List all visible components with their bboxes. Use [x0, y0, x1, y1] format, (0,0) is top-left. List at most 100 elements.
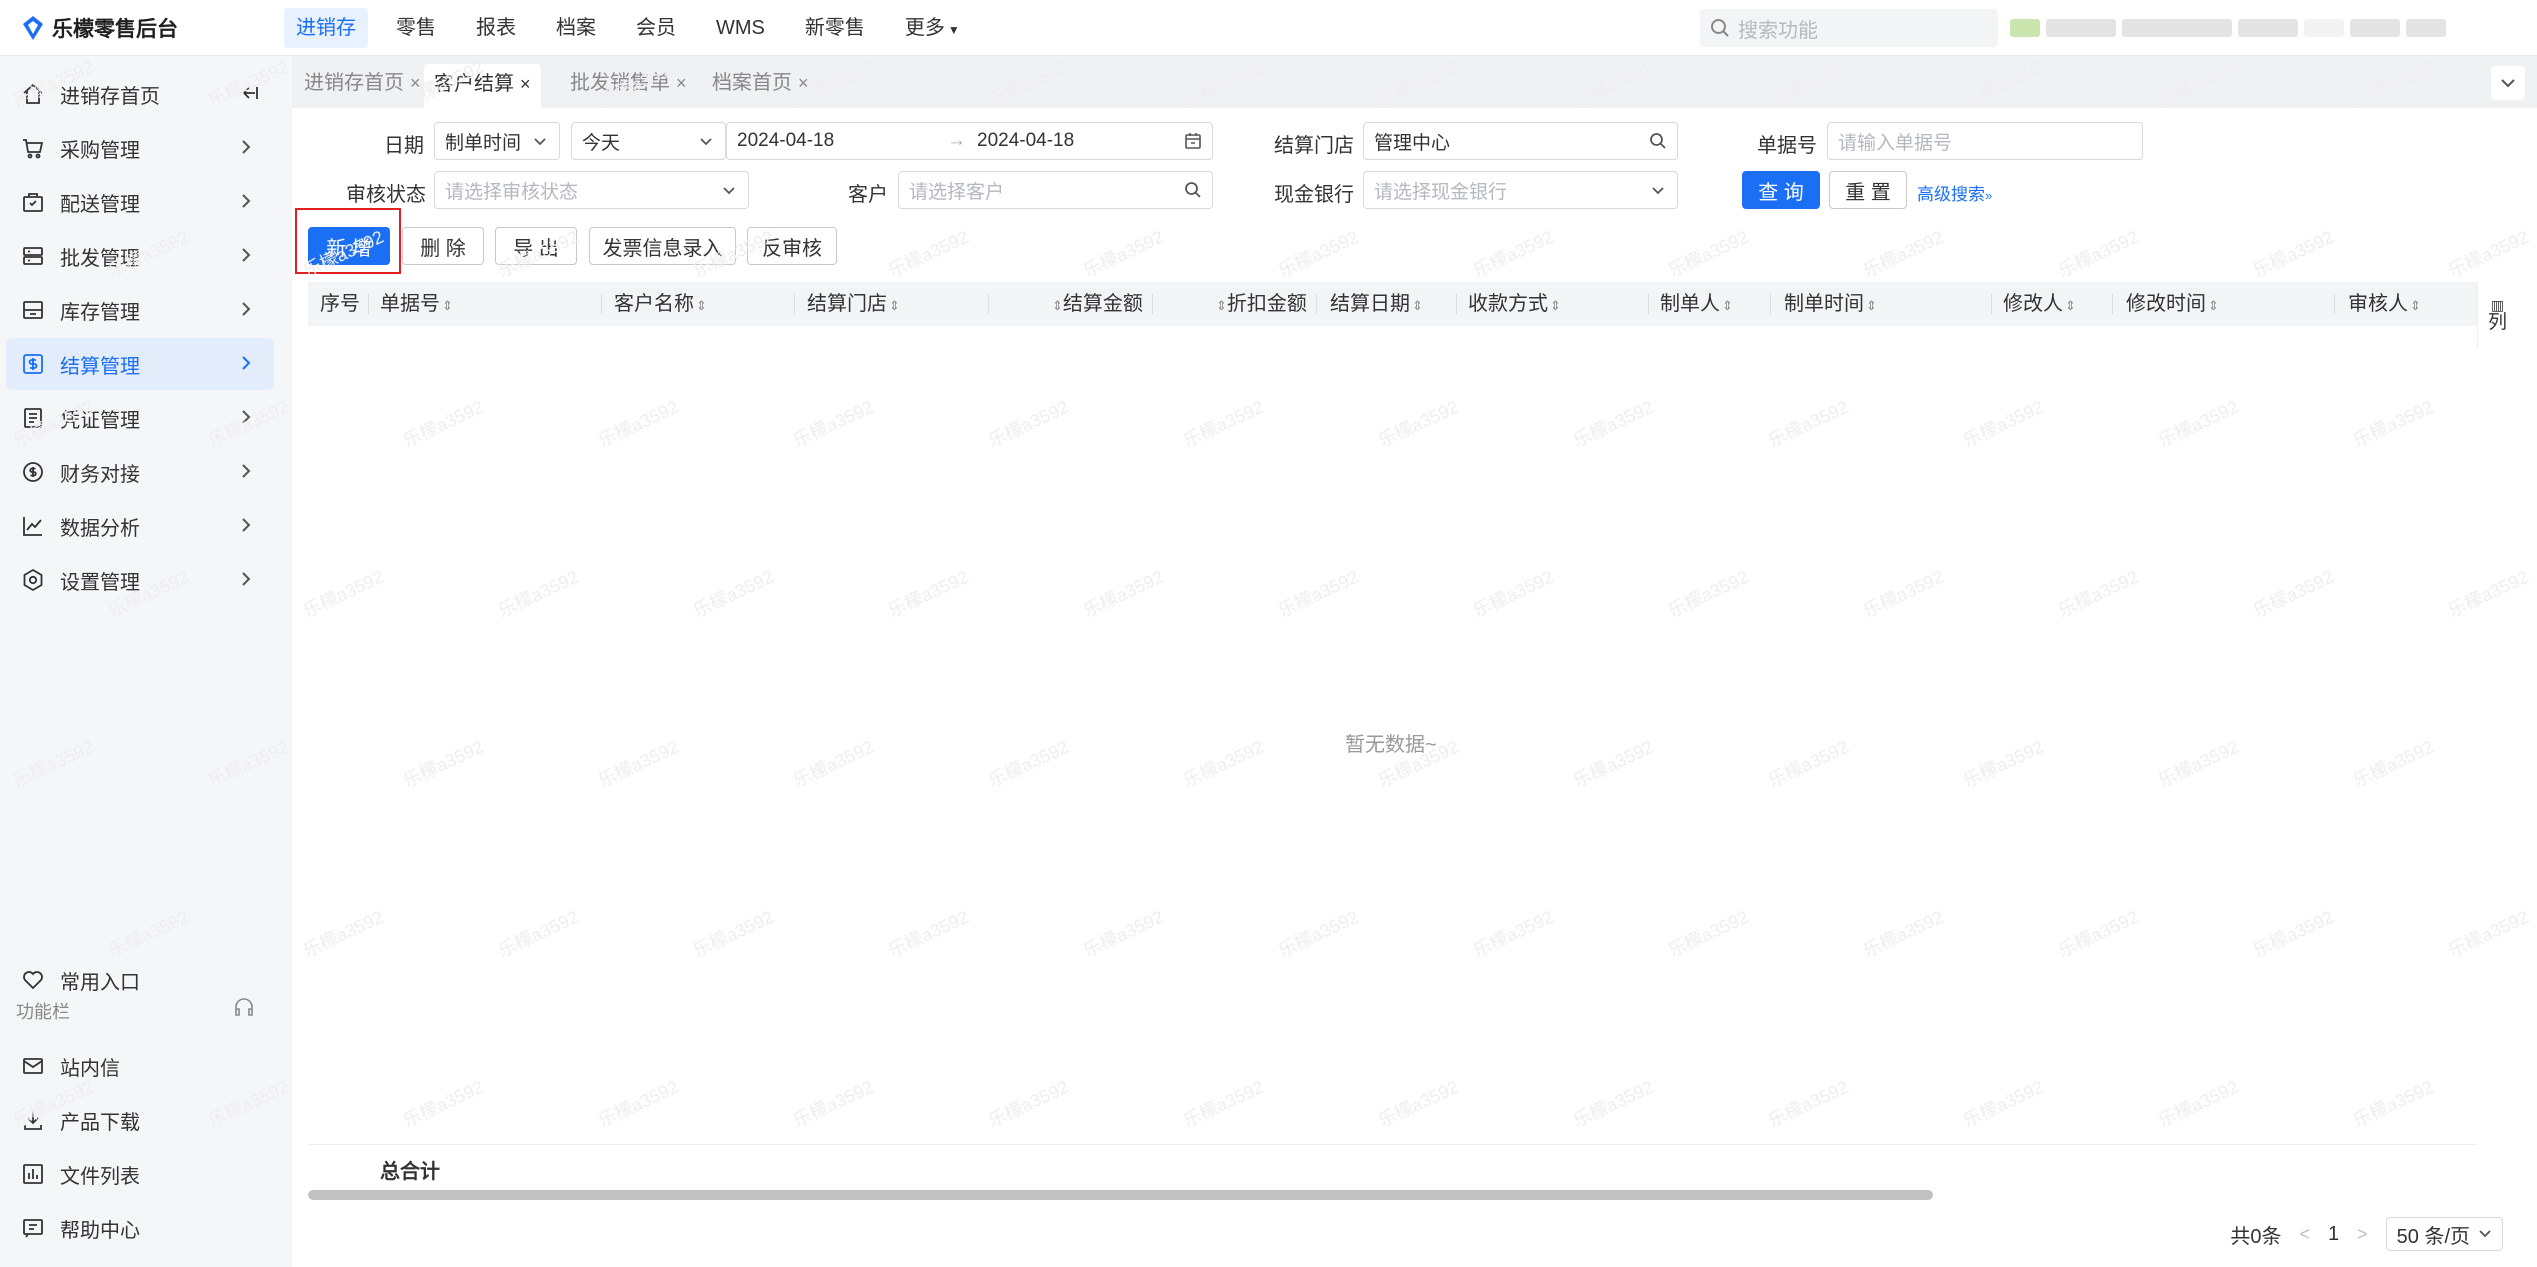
nav-members[interactable]: 会员 [624, 8, 688, 48]
sort-icon[interactable]: ⇕ [1722, 298, 1733, 313]
reset-button[interactable]: 重 置 [1829, 171, 1907, 209]
col-auditor[interactable]: 审核人 ⇕ [2348, 282, 2421, 326]
delete-button[interactable]: 删 除 [402, 227, 484, 265]
store-input[interactable]: 管理中心 [1363, 122, 1678, 160]
sidebar: 进销存首页 采购管理 配送管理 批发管理 库存管理 结算管理 凭证管理 财务对接 [0, 56, 292, 1267]
sort-icon[interactable]: ⇕ [2208, 298, 2219, 313]
sort-icon[interactable]: ⇕ [889, 298, 900, 313]
query-button[interactable]: 查 询 [1742, 171, 1820, 209]
tab-archive-home[interactable]: 档案首页 × [702, 66, 819, 100]
sidebar-item-home[interactable]: 进销存首页 [6, 68, 274, 120]
sidebar-item-label: 配送管理 [60, 193, 140, 216]
audit-status-select[interactable]: 请选择审核状态 [434, 171, 749, 209]
prev-page-icon[interactable]: < [2299, 1224, 2310, 1245]
sidebar-item-voucher[interactable]: 凭证管理 [6, 392, 274, 444]
col-create-time[interactable]: 制单时间 ⇕ [1784, 282, 1877, 326]
col-settle-store[interactable]: 结算门店 ⇕ [807, 282, 900, 326]
tab-wholesale-sales[interactable]: 批发销售单 × [560, 66, 697, 100]
invoice-entry-button[interactable]: 发票信息录入 [589, 227, 736, 265]
date-range-select[interactable]: 今天 [571, 122, 726, 160]
col-doc-no[interactable]: 单据号 ⇕ [380, 282, 453, 326]
sidebar-item-settings[interactable]: 设置管理 [6, 554, 274, 606]
nav-retail[interactable]: 零售 [384, 8, 448, 48]
search-icon[interactable] [1184, 181, 1202, 199]
watermark-text: 乐檬a3592 [885, 226, 972, 282]
sidebar-item-messages[interactable]: 站内信 [6, 1040, 274, 1092]
col-settle-date[interactable]: 结算日期 ⇕ [1330, 282, 1423, 326]
nav-reports[interactable]: 报表 [464, 8, 528, 48]
tab-customer-settlement[interactable]: 客户结算 × [424, 64, 541, 108]
unaudit-button[interactable]: 反审核 [747, 227, 837, 265]
export-button[interactable]: 导 出 [495, 227, 577, 265]
col-settle-amount[interactable]: ⇕结算金额 [1050, 282, 1143, 326]
sort-icon[interactable]: ⇕ [1052, 298, 1063, 313]
nav-wms[interactable]: WMS [704, 8, 777, 48]
sidebar-item-finance[interactable]: 财务对接 [6, 446, 274, 498]
close-icon[interactable]: × [798, 73, 809, 93]
sort-icon[interactable]: ⇕ [1412, 298, 1423, 313]
nav-jinxiaocun[interactable]: 进销存 [284, 8, 368, 48]
sort-icon[interactable]: ⇕ [2410, 298, 2421, 313]
col-modifier[interactable]: 修改人 ⇕ [2003, 282, 2076, 326]
tabs-dropdown-button[interactable] [2491, 66, 2525, 100]
chevron-right-icon [242, 464, 251, 478]
date-end[interactable]: 2024-04-18 [977, 130, 1074, 152]
advanced-search-link[interactable]: 高级搜索» [1917, 180, 1992, 205]
date-label: 日期 [384, 135, 424, 157]
nav-new-retail[interactable]: 新零售 [793, 8, 877, 48]
search-input[interactable]: 搜索功能 [1700, 9, 1998, 47]
col-label: 序号 [320, 293, 360, 315]
next-page-icon[interactable]: > [2357, 1224, 2368, 1245]
col-discount-amount[interactable]: ⇕折扣金额 [1214, 282, 1307, 326]
column-settings-button[interactable]: ▥ 列 [2477, 282, 2517, 348]
date-type-select[interactable]: 制单时间 [434, 122, 560, 160]
sidebar-item-label: 设置管理 [60, 571, 140, 594]
horizontal-scrollbar[interactable] [308, 1190, 1933, 1200]
user-info-blurred[interactable] [2010, 12, 2510, 44]
current-page[interactable]: 1 [2328, 1223, 2339, 1246]
app-logo[interactable]: 乐檬零售后台 [22, 12, 178, 44]
doc-no-label: 单据号 [1757, 135, 1817, 157]
search-icon [1711, 19, 1729, 37]
sidebar-item-inventory[interactable]: 库存管理 [6, 284, 274, 336]
sort-icon[interactable]: ⇕ [1866, 298, 1877, 313]
sidebar-item-purchase[interactable]: 采购管理 [6, 122, 274, 174]
close-icon[interactable]: × [520, 74, 531, 94]
collapse-sidebar-icon[interactable] [240, 83, 260, 103]
add-button[interactable]: 新 增 [308, 227, 390, 265]
date-range-picker[interactable]: 2024-04-18 → 2024-04-18 [726, 122, 1213, 160]
watermark-text: 乐檬a3592 [885, 566, 972, 622]
col-payment-method[interactable]: 收款方式 ⇕ [1468, 282, 1561, 326]
headset-icon[interactable] [232, 996, 256, 1020]
sidebar-item-files[interactable]: 文件列表 [6, 1148, 274, 1200]
sort-icon[interactable]: ⇕ [1550, 298, 1561, 313]
watermark-text: 乐檬a3592 [2445, 566, 2532, 622]
sidebar-item-download[interactable]: 产品下载 [6, 1094, 274, 1146]
doc-no-input[interactable]: 请输入单据号 [1827, 122, 2143, 160]
date-start[interactable]: 2024-04-18 [737, 130, 834, 152]
sidebar-item-help[interactable]: 帮助中心 [6, 1202, 274, 1254]
sidebar-item-analytics[interactable]: 数据分析 [6, 500, 274, 552]
close-icon[interactable]: × [410, 73, 421, 93]
col-creator[interactable]: 制单人 ⇕ [1660, 282, 1733, 326]
calendar-icon[interactable] [1184, 132, 1202, 150]
sort-icon[interactable]: ⇕ [1216, 298, 1227, 313]
close-icon[interactable]: × [676, 73, 687, 93]
col-label: 折扣金额 [1226, 293, 1307, 315]
watermark-text: 乐檬a3592 [2350, 396, 2437, 452]
col-modify-time[interactable]: 修改时间 ⇕ [2126, 282, 2219, 326]
tab-jinxiaocun-home[interactable]: 进销存首页 × [294, 66, 431, 100]
nav-more[interactable]: 更多 ▼ [893, 8, 972, 48]
search-icon[interactable] [1649, 132, 1667, 150]
sidebar-item-distribution[interactable]: 配送管理 [6, 176, 274, 228]
sort-icon[interactable]: ⇕ [696, 298, 707, 313]
sort-icon[interactable]: ⇕ [442, 298, 453, 313]
cash-bank-select[interactable]: 请选择现金银行 [1363, 171, 1678, 209]
customer-input[interactable]: 请选择客户 [898, 171, 1213, 209]
page-size-select[interactable]: 50 条/页 [2385, 1217, 2503, 1251]
col-customer-name[interactable]: 客户名称 ⇕ [614, 282, 707, 326]
nav-archive[interactable]: 档案 [544, 8, 608, 48]
sidebar-item-wholesale[interactable]: 批发管理 [6, 230, 274, 282]
sort-icon[interactable]: ⇕ [2065, 298, 2076, 313]
sidebar-item-settlement[interactable]: 结算管理 [6, 338, 274, 390]
